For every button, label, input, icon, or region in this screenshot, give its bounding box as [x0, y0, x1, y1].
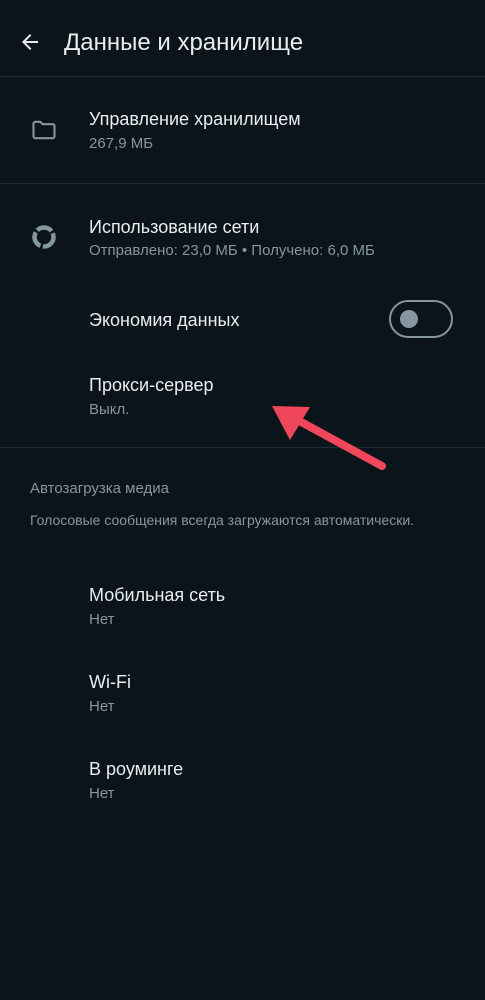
- autodownload-wifi-value: Нет: [89, 698, 115, 715]
- autodownload-roaming-value: Нет: [89, 785, 115, 802]
- proxy-title: Прокси-сервер: [89, 375, 214, 395]
- autodownload-roaming-title: В роуминге: [89, 759, 184, 779]
- autodownload-mobile-value: Нет: [89, 611, 115, 628]
- donut-chart-icon: [30, 223, 58, 251]
- storage-title: Управление хранилищем: [89, 109, 301, 129]
- media-autodownload-header: Автозагрузка медиа: [30, 480, 169, 497]
- arrow-left-icon: [22, 34, 38, 50]
- toggle-knob: [400, 310, 418, 328]
- media-autodownload-note: Голосовые сообщения всегда загружаются а…: [30, 512, 415, 528]
- annotation-arrow-icon: [272, 406, 386, 470]
- data-saver-title: Экономия данных: [89, 310, 240, 330]
- proxy-item[interactable]: Прокси-сервер Выкл.: [0, 358, 485, 438]
- network-usage-title: Использование сети: [89, 217, 260, 237]
- divider: [0, 447, 485, 448]
- storage-management-item[interactable]: Управление хранилищем 267,9 МБ: [0, 90, 485, 180]
- autodownload-wifi-item[interactable]: Wi-Fi Нет: [0, 657, 485, 737]
- page-title: Данные и хранилище: [64, 29, 304, 56]
- app-bar: Данные и хранилище: [0, 0, 485, 86]
- network-usage-summary: Отправлено: 23,0 МБ • Получено: 6,0 МБ: [89, 242, 375, 259]
- back-button[interactable]: [14, 26, 46, 58]
- storage-size: 267,9 МБ: [89, 135, 154, 152]
- autodownload-mobile-title: Мобильная сеть: [89, 585, 226, 605]
- data-saver-toggle[interactable]: [389, 300, 453, 338]
- divider: [0, 76, 485, 77]
- network-usage-item[interactable]: Использование сети Отправлено: 23,0 МБ •…: [0, 198, 485, 288]
- autodownload-mobile-item[interactable]: Мобильная сеть Нет: [0, 570, 485, 650]
- autodownload-wifi-title: Wi-Fi: [89, 672, 131, 692]
- folder-icon: [30, 116, 58, 144]
- divider: [0, 183, 485, 184]
- proxy-status: Выкл.: [89, 401, 130, 418]
- autodownload-roaming-item[interactable]: В роуминге Нет: [0, 744, 485, 824]
- data-saver-item[interactable]: Экономия данных: [0, 292, 485, 348]
